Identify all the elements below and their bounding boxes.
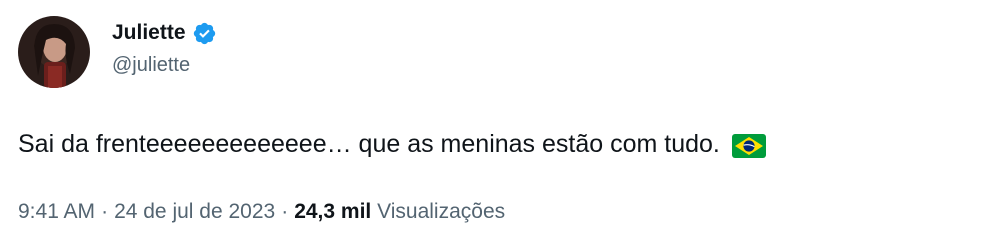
avatar-image: [18, 16, 90, 88]
meta-separator: ·: [281, 200, 289, 223]
tweet-text: Sai da frenteeeeeeeeeeeee… que as menina…: [18, 126, 766, 162]
tweet-date[interactable]: 24 de jul de 2023: [114, 200, 275, 223]
verified-badge-icon[interactable]: [192, 21, 217, 46]
handle[interactable]: @juliette: [112, 54, 217, 77]
author-block: Juliette @juliette: [112, 18, 217, 77]
tweet-time[interactable]: 9:41 AM: [18, 200, 95, 223]
brazil-flag-icon: [731, 132, 766, 158]
tweet-card: Juliette @juliette Sai da frenteeeeeeeee…: [0, 0, 984, 246]
views-label: Visualizações: [377, 200, 506, 223]
views-count: 24,3 mil: [294, 200, 372, 223]
avatar[interactable]: [18, 16, 90, 88]
name-row: Juliette: [112, 18, 217, 48]
meta-separator: ·: [101, 200, 109, 223]
display-name[interactable]: Juliette: [112, 21, 186, 45]
tweet-meta: 9:41 AM · 24 de jul de 2023 · 24,3 mil Visua…: [18, 197, 505, 227]
tweet-text-content: Sai da frenteeeeeeeeeeeee… que as menina…: [18, 130, 720, 158]
